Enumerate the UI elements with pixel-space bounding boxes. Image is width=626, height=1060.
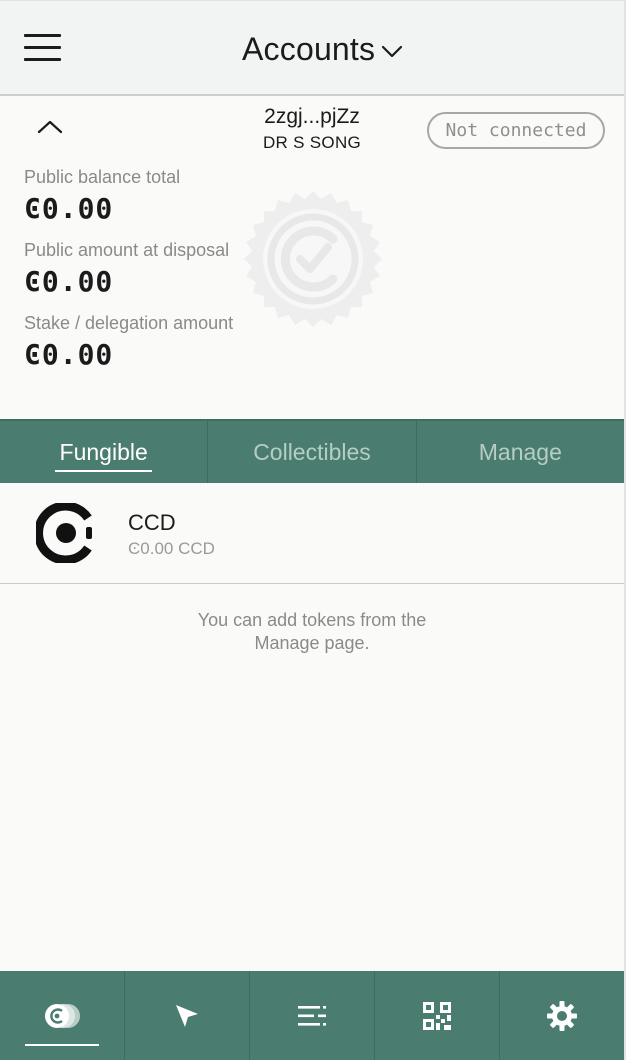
hint-line-1: You can add tokens from the [197,610,427,630]
verified-seal-icon [244,191,382,327]
transaction-list-icon [298,1005,326,1026]
account-name: DR S SONG [262,133,362,152]
public-balance-total-label: Public balance total [24,167,181,187]
account-details-panel: 2zgj...pjZz DR S SONG Not connected Publ… [0,97,624,421]
nav-send[interactable] [124,971,249,1060]
tab-manage[interactable]: Manage [415,421,624,483]
settings-gear-icon [547,1000,577,1031]
top-header: Accounts [0,0,624,96]
nav-settings[interactable] [499,971,624,1060]
stake-delegation-amount-label: Stake / delegation amount [24,313,234,333]
wallet-app: Accounts 2zgj...pjZz DR S SONG Not conne… [0,0,626,1060]
bottom-navigation [0,971,624,1060]
token-tabs: Fungible Collectibles Manage [0,421,624,483]
token-name: CCD [128,510,176,535]
public-amount-at-disposal-value: Ͼ0.00 [24,265,114,298]
connection-status-badge[interactable]: Not connected [427,112,605,149]
page-title: Accounts [242,31,376,67]
nav-accounts[interactable] [0,971,124,1060]
stake-delegation-amount-value: Ͼ0.00 [24,338,114,371]
nav-receive[interactable] [374,971,499,1060]
token-balance: Ͼ0.00 CCD [128,539,215,558]
accounts-dropdown[interactable]: Accounts [242,31,403,68]
tab-collectibles[interactable]: Collectibles [207,421,415,483]
hint-line-2: Manage page. [254,633,370,653]
send-arrow-icon [176,1004,198,1027]
token-list-item[interactable]: CCD Ͼ0.00 CCD [0,483,624,584]
account-address: 2zgj...pjZz [264,105,360,128]
public-amount-at-disposal-label: Public amount at disposal [24,240,230,260]
public-balance-total-value: Ͼ0.00 [24,192,114,225]
nav-transactions[interactable] [249,971,374,1060]
tab-fungible[interactable]: Fungible [0,421,207,483]
ccd-coins-icon [45,1003,80,1028]
chevron-down-icon [382,45,403,57]
chevron-up-icon[interactable] [36,117,64,137]
qr-code-icon [423,1001,451,1030]
add-tokens-hint: You can add tokens from the Manage page. [160,609,464,655]
concordium-logo-icon [36,503,92,563]
hamburger-menu-icon[interactable] [24,32,62,62]
